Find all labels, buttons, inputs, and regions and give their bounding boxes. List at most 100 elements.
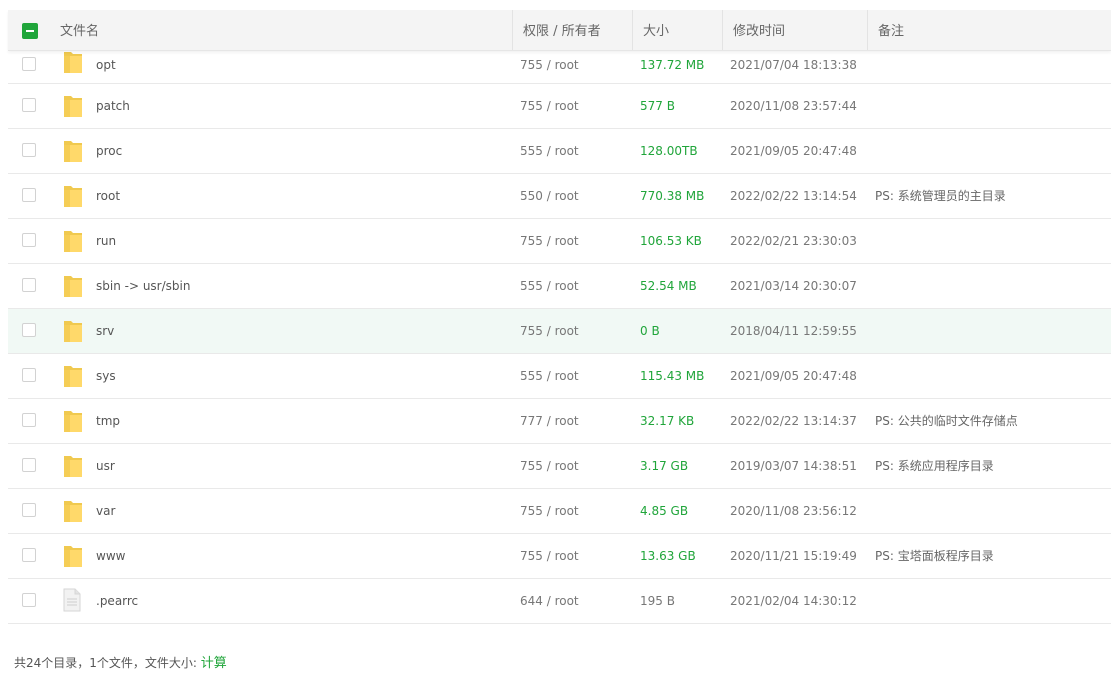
file-mtime: 2020/11/08 23:56:12: [730, 504, 857, 518]
folder-icon: [62, 498, 84, 524]
file-mtime: 2020/11/08 23:57:44: [730, 99, 857, 113]
table-row[interactable]: www 755 / root 13.63 GB 2020/11/21 15:19:49…: [8, 534, 1111, 579]
folder-icon: [62, 363, 84, 389]
folder-icon: [62, 183, 84, 209]
file-name[interactable]: root: [96, 174, 120, 218]
file-size[interactable]: 3.17 GB: [640, 444, 688, 488]
file-permission[interactable]: 555 / root: [520, 264, 579, 308]
row-checkbox[interactable]: [22, 57, 36, 71]
file-permission[interactable]: 555 / root: [520, 129, 579, 173]
column-header-name[interactable]: 文件名: [60, 10, 99, 50]
folder-icon: [62, 93, 84, 119]
file-mtime: 2019/03/07 14:38:51: [730, 459, 857, 473]
file-permission[interactable]: 644 / root: [520, 579, 579, 623]
calculate-size-link[interactable]: 计算: [201, 656, 227, 671]
file-size[interactable]: 577 B: [640, 84, 675, 128]
file-size[interactable]: 13.63 GB: [640, 534, 696, 578]
table-row[interactable]: var 755 / root 4.85 GB 2020/11/08 23:56:12: [8, 489, 1111, 534]
folder-icon: [62, 273, 84, 299]
file-permission[interactable]: 755 / root: [520, 47, 579, 83]
file-name[interactable]: run: [96, 219, 116, 263]
file-name[interactable]: tmp: [96, 399, 120, 443]
row-checkbox[interactable]: [22, 323, 36, 337]
file-note[interactable]: PS: 公共的临时文件存储点: [875, 399, 1018, 443]
file-permission[interactable]: 550 / root: [520, 174, 579, 218]
folder-icon: [62, 408, 84, 434]
file-size[interactable]: 106.53 KB: [640, 219, 702, 263]
table-row[interactable]: sys 555 / root 115.43 MB 2021/09/05 20:47:4…: [8, 354, 1111, 399]
file-name[interactable]: sbin -> usr/sbin: [96, 264, 190, 308]
file-permission[interactable]: 755 / root: [520, 309, 579, 353]
row-checkbox[interactable]: [22, 368, 36, 382]
file-size[interactable]: 137.72 MB: [640, 47, 704, 83]
table-row[interactable]: proc 555 / root 128.00TB 2021/09/05 20:47:4…: [8, 129, 1111, 174]
file-table: 文件名 权限 / 所有者 大小 修改时间 备注 opt 755 / root 137…: [8, 10, 1111, 624]
file-note[interactable]: PS: 宝塔面板程序目录: [875, 534, 994, 578]
file-permission[interactable]: 555 / root: [520, 354, 579, 398]
file-mtime: 2021/09/05 20:47:48: [730, 369, 857, 383]
row-checkbox[interactable]: [22, 188, 36, 202]
table-row[interactable]: tmp 777 / root 32.17 KB 2022/02/22 13:14:37…: [8, 399, 1111, 444]
file-name[interactable]: var: [96, 489, 115, 533]
folder-icon: [62, 543, 84, 569]
file-permission[interactable]: 755 / root: [520, 534, 579, 578]
folder-icon: [62, 138, 84, 164]
file-permission[interactable]: 755 / root: [520, 444, 579, 488]
file-name[interactable]: srv: [96, 309, 114, 353]
select-all-checkbox[interactable]: [22, 23, 38, 39]
file-size[interactable]: 4.85 GB: [640, 489, 688, 533]
row-checkbox[interactable]: [22, 143, 36, 157]
table-row[interactable]: .pearrc 644 / root 195 B 2021/02/04 14:30:1…: [8, 579, 1111, 624]
footer-summary: 共24个目录，1个文件，文件大小: 计算: [14, 652, 227, 671]
table-body: opt 755 / root 137.72 MB 2021/07/04 18:13:3…: [8, 47, 1111, 624]
file-permission[interactable]: 755 / root: [520, 219, 579, 263]
row-checkbox[interactable]: [22, 413, 36, 427]
row-checkbox[interactable]: [22, 503, 36, 517]
file-name[interactable]: usr: [96, 444, 115, 488]
row-checkbox[interactable]: [22, 233, 36, 247]
file-name[interactable]: .pearrc: [96, 579, 138, 623]
table-row[interactable]: root 550 / root 770.38 MB 2022/02/22 13:14:…: [8, 174, 1111, 219]
file-size[interactable]: 0 B: [640, 309, 660, 353]
row-checkbox[interactable]: [22, 458, 36, 472]
folder-icon: [62, 49, 84, 75]
file-note[interactable]: PS: 系统应用程序目录: [875, 444, 994, 488]
folder-icon: [62, 453, 84, 479]
file-size[interactable]: 115.43 MB: [640, 354, 704, 398]
file-mtime: 2022/02/21 23:30:03: [730, 234, 857, 248]
file-name[interactable]: sys: [96, 354, 116, 398]
file-name[interactable]: proc: [96, 129, 122, 173]
row-checkbox[interactable]: [22, 593, 36, 607]
file-size[interactable]: 770.38 MB: [640, 174, 704, 218]
footer-summary-text: 共24个目录，1个文件，文件大小:: [14, 656, 201, 670]
table-row[interactable]: run 755 / root 106.53 KB 2022/02/21 23:30:0…: [8, 219, 1111, 264]
column-header-permission[interactable]: 权限 / 所有者: [512, 10, 601, 50]
column-header-note: 备注: [867, 10, 904, 50]
file-mtime: 2018/04/11 12:59:55: [730, 324, 857, 338]
file-mtime: 2021/09/05 20:47:48: [730, 144, 857, 158]
file-name[interactable]: opt: [96, 47, 116, 83]
file-size[interactable]: 32.17 KB: [640, 399, 694, 443]
file-note[interactable]: PS: 系统管理员的主目录: [875, 174, 1006, 218]
file-permission[interactable]: 777 / root: [520, 399, 579, 443]
file-size[interactable]: 52.54 MB: [640, 264, 697, 308]
row-checkbox[interactable]: [22, 278, 36, 292]
folder-icon: [62, 318, 84, 344]
column-header-mtime[interactable]: 修改时间: [722, 10, 785, 50]
row-checkbox[interactable]: [22, 548, 36, 562]
table-row[interactable]: opt 755 / root 137.72 MB 2021/07/04 18:13:3…: [8, 47, 1111, 84]
file-name[interactable]: www: [96, 534, 125, 578]
row-checkbox[interactable]: [22, 98, 36, 112]
table-row[interactable]: patch 755 / root 577 B 2020/11/08 23:57:44: [8, 84, 1111, 129]
file-permission[interactable]: 755 / root: [520, 84, 579, 128]
file-mtime: 2022/02/22 13:14:37: [730, 414, 857, 428]
table-row[interactable]: srv 755 / root 0 B 2018/04/11 12:59:55: [8, 309, 1111, 354]
file-mtime: 2021/02/04 14:30:12: [730, 594, 857, 608]
file-icon: [63, 588, 81, 612]
file-name[interactable]: patch: [96, 84, 130, 128]
file-permission[interactable]: 755 / root: [520, 489, 579, 533]
file-size[interactable]: 128.00TB: [640, 129, 698, 173]
column-header-size[interactable]: 大小: [632, 10, 669, 50]
table-row[interactable]: usr 755 / root 3.17 GB 2019/03/07 14:38:51 P…: [8, 444, 1111, 489]
table-row[interactable]: sbin -> usr/sbin 555 / root 52.54 MB 2021/0…: [8, 264, 1111, 309]
